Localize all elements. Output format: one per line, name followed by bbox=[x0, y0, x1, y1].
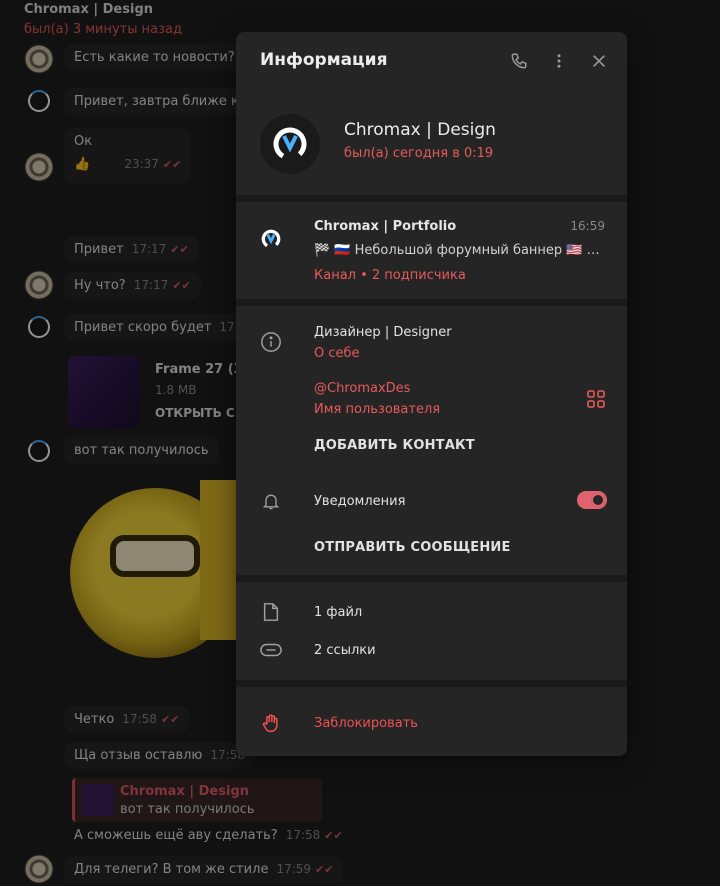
bell-icon bbox=[260, 490, 282, 512]
info-icon bbox=[260, 331, 282, 353]
username-text[interactable]: @ChromaxDes bbox=[314, 381, 410, 396]
channel-subtitle: Канал • 2 подписчика bbox=[314, 268, 466, 283]
channel-avatar[interactable] bbox=[260, 228, 282, 250]
section-divider bbox=[236, 680, 627, 687]
shared-links-item[interactable]: 2 ссылки bbox=[314, 643, 376, 658]
channel-last-message: 🏁 🇷🇺 Небольшой форумный баннер 🇺🇸 S… bbox=[314, 243, 604, 258]
link-icon bbox=[260, 639, 282, 661]
qr-code-icon[interactable] bbox=[587, 390, 605, 408]
notifications-toggle[interactable] bbox=[577, 491, 607, 509]
section-divider bbox=[236, 195, 627, 202]
channel-time: 16:59 bbox=[570, 219, 605, 233]
username-label: Имя пользователя bbox=[314, 402, 441, 417]
bio-text[interactable]: Дизайнер | Designer bbox=[314, 325, 452, 340]
close-icon[interactable] bbox=[586, 48, 612, 74]
panel-title: Информация bbox=[260, 50, 388, 70]
block-user-button[interactable]: Заблокировать bbox=[314, 716, 418, 731]
section-divider bbox=[236, 299, 627, 306]
more-vertical-icon[interactable] bbox=[546, 48, 572, 74]
add-contact-button[interactable]: ДОБАВИТЬ КОНТАКТ bbox=[314, 438, 475, 453]
profile-status: был(а) сегодня в 0:19 bbox=[344, 146, 494, 161]
profile-name: Chromax | Design bbox=[344, 120, 496, 140]
notifications-label: Уведомления bbox=[314, 494, 406, 509]
file-icon bbox=[260, 601, 282, 623]
send-message-button[interactable]: ОТПРАВИТЬ СООБЩЕНИЕ bbox=[314, 540, 511, 555]
phone-icon[interactable] bbox=[506, 48, 532, 74]
profile-avatar[interactable] bbox=[260, 114, 320, 174]
shared-files-item[interactable]: 1 файл bbox=[314, 605, 362, 620]
hand-block-icon bbox=[260, 712, 282, 734]
section-divider bbox=[236, 575, 627, 582]
bio-label: О себе bbox=[314, 346, 360, 361]
info-panel: Информация Chromax | Design был(а) сегод… bbox=[236, 32, 627, 756]
channel-name[interactable]: Chromax | Portfolio bbox=[314, 219, 456, 234]
